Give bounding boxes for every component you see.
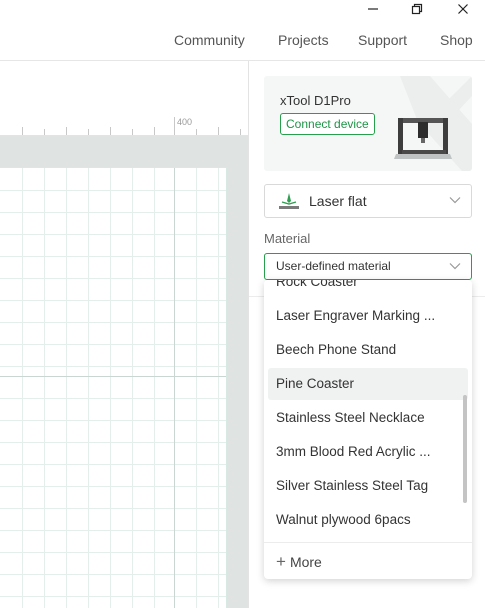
minimize-icon [368, 8, 378, 10]
work-area-grid[interactable] [0, 167, 227, 608]
device-name: xTool D1Pro [280, 93, 351, 108]
material-option[interactable]: Walnut plywood 6pacs [268, 504, 468, 536]
horizontal-ruler: 400 [0, 117, 248, 136]
more-materials-button[interactable]: + More [276, 550, 322, 574]
material-option[interactable]: 3mm Blood Red Acrylic ... [268, 436, 468, 468]
nav-community[interactable]: Community [174, 30, 245, 50]
nav-support[interactable]: Support [358, 30, 407, 50]
close-icon [458, 4, 468, 14]
more-label: More [289, 554, 322, 570]
ruler-ticks [22, 117, 241, 135]
close-button[interactable] [445, 0, 481, 18]
nav-shop[interactable]: Shop [440, 30, 473, 50]
material-option[interactable]: Stainless Steel Necklace [268, 402, 468, 434]
maximize-icon [411, 3, 423, 15]
material-dropdown: Rock Coaster Laser Engraver Marking ... … [264, 280, 472, 579]
minimize-button[interactable] [355, 0, 391, 18]
top-navigation: Community Projects Support Shop [0, 30, 485, 52]
material-option[interactable]: Beech Phone Stand [268, 334, 468, 366]
dropdown-scrollbar[interactable] [463, 395, 467, 503]
laser-flat-icon [279, 193, 299, 209]
processing-mode-label: Laser flat [309, 193, 367, 209]
material-option[interactable]: Rock Coaster [268, 280, 468, 298]
panel-divider [248, 61, 249, 608]
nav-projects[interactable]: Projects [278, 30, 329, 50]
material-option-highlighted[interactable]: Pine Coaster [268, 368, 468, 400]
material-label: Material [264, 231, 311, 246]
device-card: xTool D1Pro Connect device [264, 76, 472, 171]
material-select[interactable]: User-defined material [264, 253, 472, 280]
connect-device-button[interactable]: Connect device [280, 113, 375, 135]
plus-icon: + [276, 552, 286, 571]
chevron-down-icon [449, 197, 461, 204]
processing-mode-select[interactable]: Laser flat [264, 184, 472, 218]
chevron-down-icon [449, 263, 461, 270]
maximize-button[interactable] [399, 0, 435, 18]
laser-engraver-image [394, 118, 452, 159]
material-option[interactable]: Laser Engraver Marking ... [268, 300, 468, 332]
dropdown-divider [264, 542, 472, 543]
canvas-area[interactable]: 400 [0, 61, 248, 608]
material-options-list[interactable]: Rock Coaster Laser Engraver Marking ... … [264, 280, 472, 540]
material-option[interactable]: Silver Stainless Steel Tag [268, 470, 468, 502]
material-select-value: User-defined material [276, 259, 391, 273]
ruler-label-400: 400 [177, 117, 193, 127]
grid-lines [0, 168, 226, 608]
